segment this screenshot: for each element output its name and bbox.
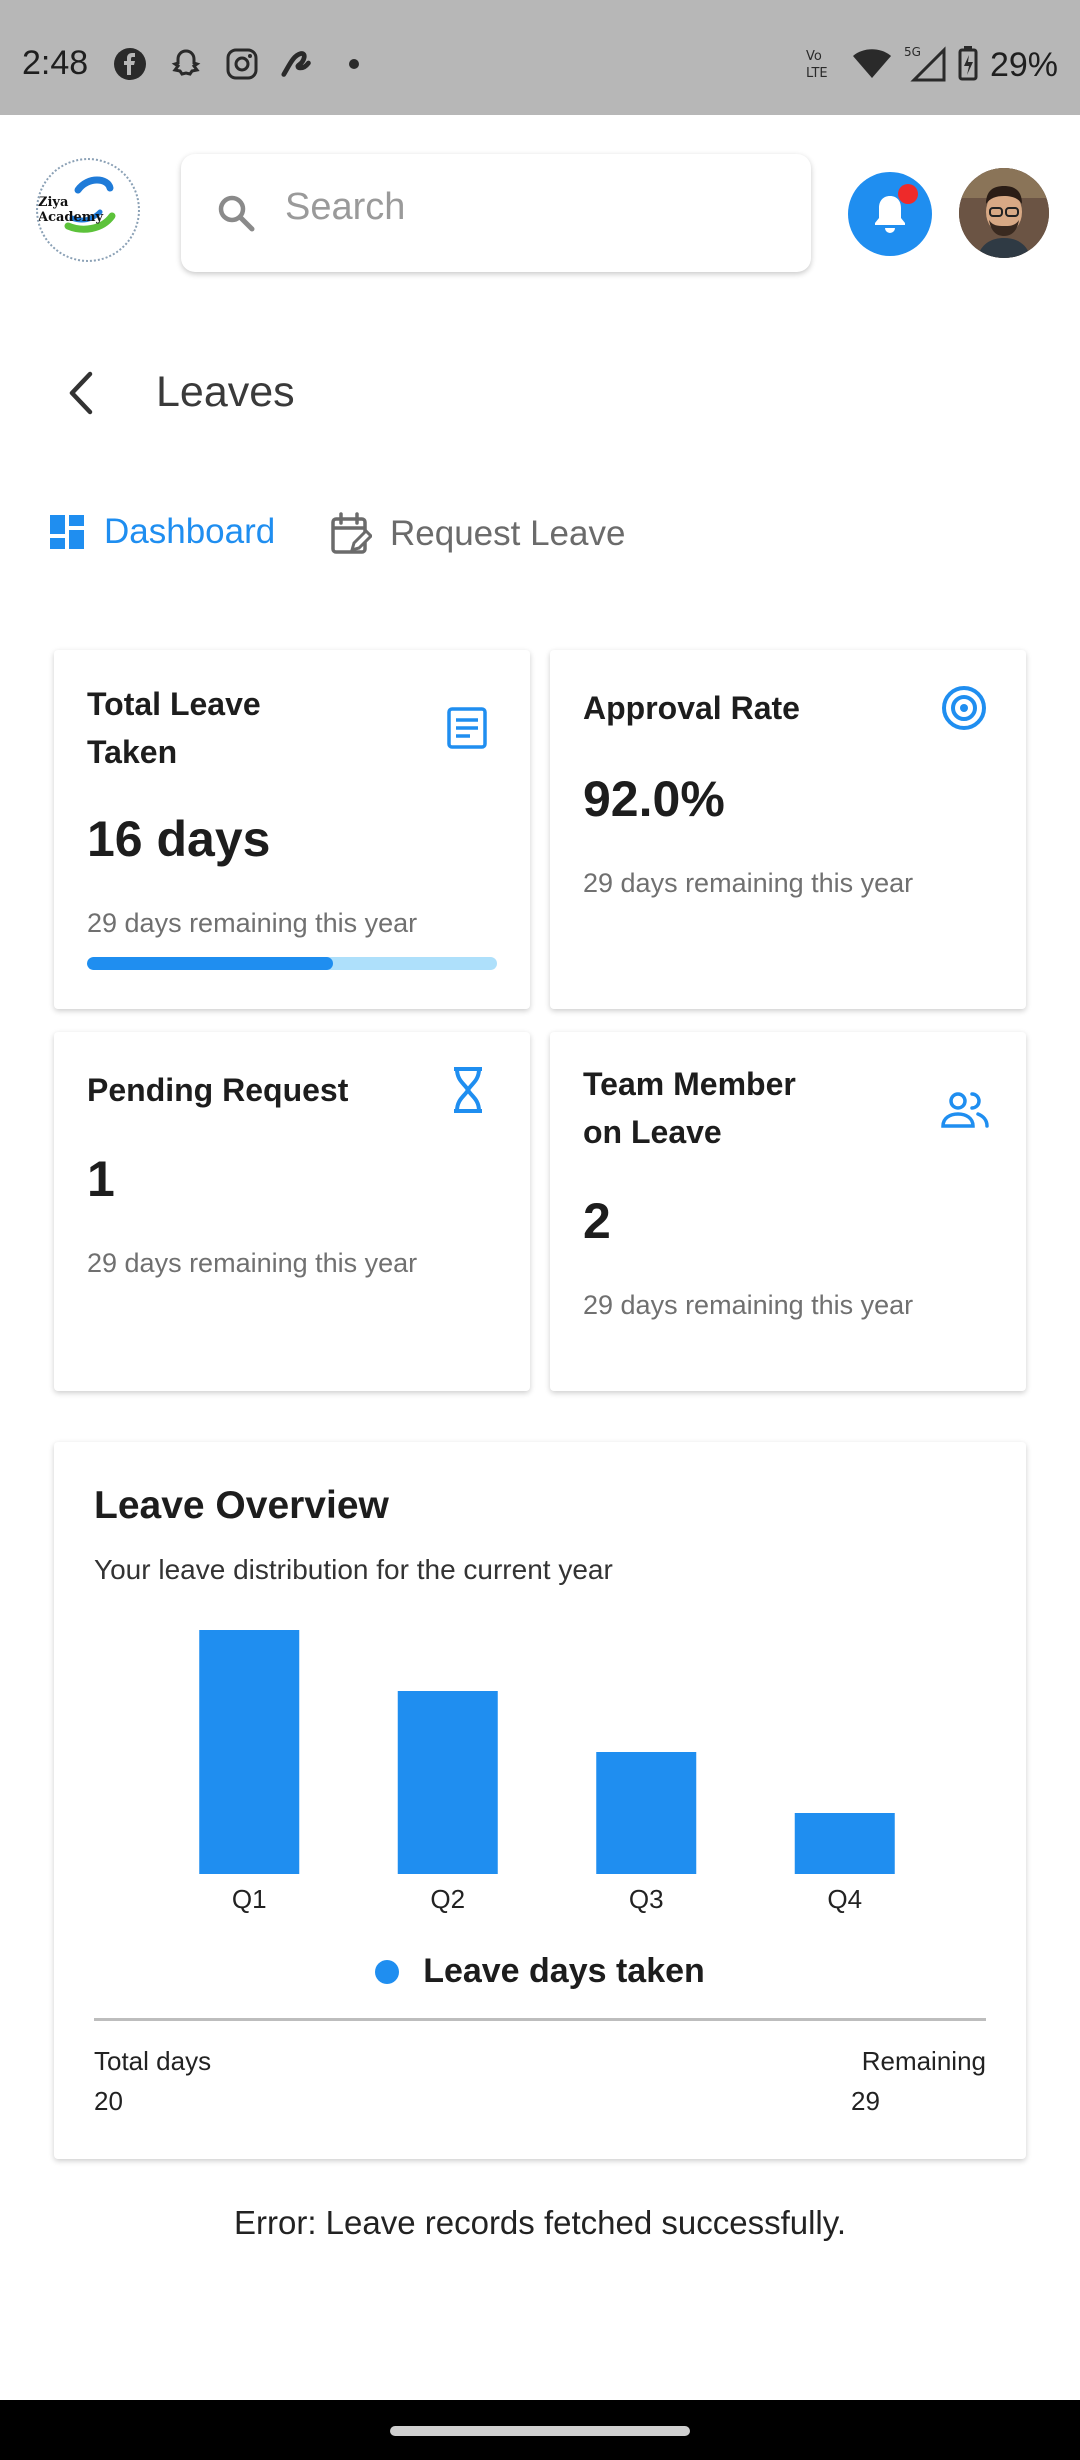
leave-progress-bar [87, 957, 497, 970]
svg-text:Vo: Vo [806, 49, 822, 64]
card-approval-rate-value: 92.0% [583, 771, 725, 827]
card-pending-subtitle: 29 days remaining this year [87, 1248, 418, 1278]
card-team-value: 2 [583, 1193, 611, 1249]
notification-badge [898, 184, 918, 204]
card-total-leave-value: 16 days [87, 811, 271, 867]
app-logo[interactable]: Ziya Academy [36, 158, 140, 262]
card-approval-rate-subtitle: 29 days remaining this year [583, 868, 914, 898]
tab-request-leave-label: Request Leave [390, 514, 626, 553]
hourglass-icon [450, 1066, 486, 1119]
search-bar[interactable] [181, 154, 811, 272]
divider [94, 2018, 986, 2021]
svg-text:5G: 5G [904, 45, 921, 59]
total-days-value: 20 [94, 2086, 123, 2116]
svg-text:LTE: LTE [806, 66, 828, 81]
chart-tick-label-q3: Q3 [629, 1884, 664, 1914]
total-days-label: Total days [94, 2046, 212, 2076]
chevron-left-icon [69, 371, 93, 415]
remaining-label: Remaining [861, 2046, 986, 2076]
search-input[interactable] [285, 186, 765, 229]
status-message: Error: Leave records fetched successfull… [234, 2204, 846, 2241]
app-icon [280, 46, 316, 82]
tab-request-leave[interactable]: Request Leave [330, 512, 625, 556]
legend-dot [375, 1959, 400, 1984]
leave-overview-card: Leave Overview Your leave distribution f… [54, 1442, 1026, 2159]
document-icon [446, 706, 488, 755]
profile-photo [959, 168, 1049, 258]
battery-icon [958, 45, 978, 86]
facebook-icon [112, 46, 148, 82]
card-total-leave-subtitle: 29 days remaining this year [87, 908, 418, 938]
card-pending-value: 1 [87, 1151, 115, 1207]
status-system-icons: Vo LTE 5G 29% [804, 44, 1058, 87]
status-bar: 2:48 Vo LTE 5G 29% [0, 0, 1080, 115]
instagram-icon [224, 46, 260, 82]
page-title: Leaves [156, 368, 295, 416]
card-team-subtitle: 29 days remaining this year [583, 1290, 914, 1320]
dot-icon [336, 46, 372, 82]
chart-tick-label-q1: Q1 [232, 1884, 267, 1914]
card-approval-rate-title: Approval Rate [583, 690, 800, 726]
tab-dashboard[interactable]: Dashboard [48, 512, 275, 552]
avatar[interactable] [959, 168, 1049, 258]
chart-legend: Leave days taken [54, 1952, 1026, 1991]
home-indicator[interactable] [390, 2426, 690, 2436]
snapchat-icon [168, 46, 204, 82]
back-button[interactable] [60, 368, 104, 418]
chart-tick-label-q4: Q4 [827, 1884, 862, 1914]
chart-bar-q3 [596, 1752, 697, 1874]
notifications-button[interactable] [848, 172, 932, 256]
chart-bar-q4 [794, 1813, 895, 1874]
status-time: 2:48 [22, 44, 89, 82]
search-icon [215, 192, 257, 239]
chart-bar-q1 [199, 1630, 300, 1874]
tab-dashboard-label: Dashboard [104, 512, 276, 551]
volte-icon: Vo LTE [804, 45, 840, 86]
card-pending-request[interactable]: Pending Request 1 29 days remaining this… [54, 1032, 530, 1391]
chart-tick-label-q2: Q2 [430, 1884, 465, 1914]
people-icon [940, 1090, 990, 1135]
leave-progress-fill [87, 957, 333, 970]
dashboard-icon [50, 515, 84, 549]
signal-icon: 5G [904, 44, 946, 87]
target-icon [940, 684, 988, 737]
wifi-icon [852, 46, 892, 85]
calendar-edit-icon [331, 512, 372, 554]
remaining-value: 29 [851, 2086, 880, 2116]
status-notification-icons [112, 46, 372, 82]
card-team-on-leave[interactable]: Team Member on Leave 2 29 days remaining… [550, 1032, 1026, 1391]
card-team-title: Team Member on Leave [583, 1066, 796, 1150]
legend-label: Leave days taken [423, 1952, 705, 1990]
logo-text: Ziya Academy [38, 195, 104, 225]
system-navigation-bar [0, 2400, 1080, 2460]
battery-percent: 29% [989, 46, 1058, 84]
leave-bar-chart: Q1 Q2 Q3 Q4 [199, 1630, 895, 1914]
card-approval-rate[interactable]: Approval Rate 92.0% 29 days remaining th… [550, 650, 1026, 1009]
chart-bar-q2 [397, 1691, 498, 1874]
card-total-leave[interactable]: Total Leave Taken 16 days 29 days remain… [54, 650, 530, 1009]
card-total-leave-title: Total Leave Taken [87, 686, 261, 770]
card-pending-title: Pending Request [87, 1072, 349, 1108]
